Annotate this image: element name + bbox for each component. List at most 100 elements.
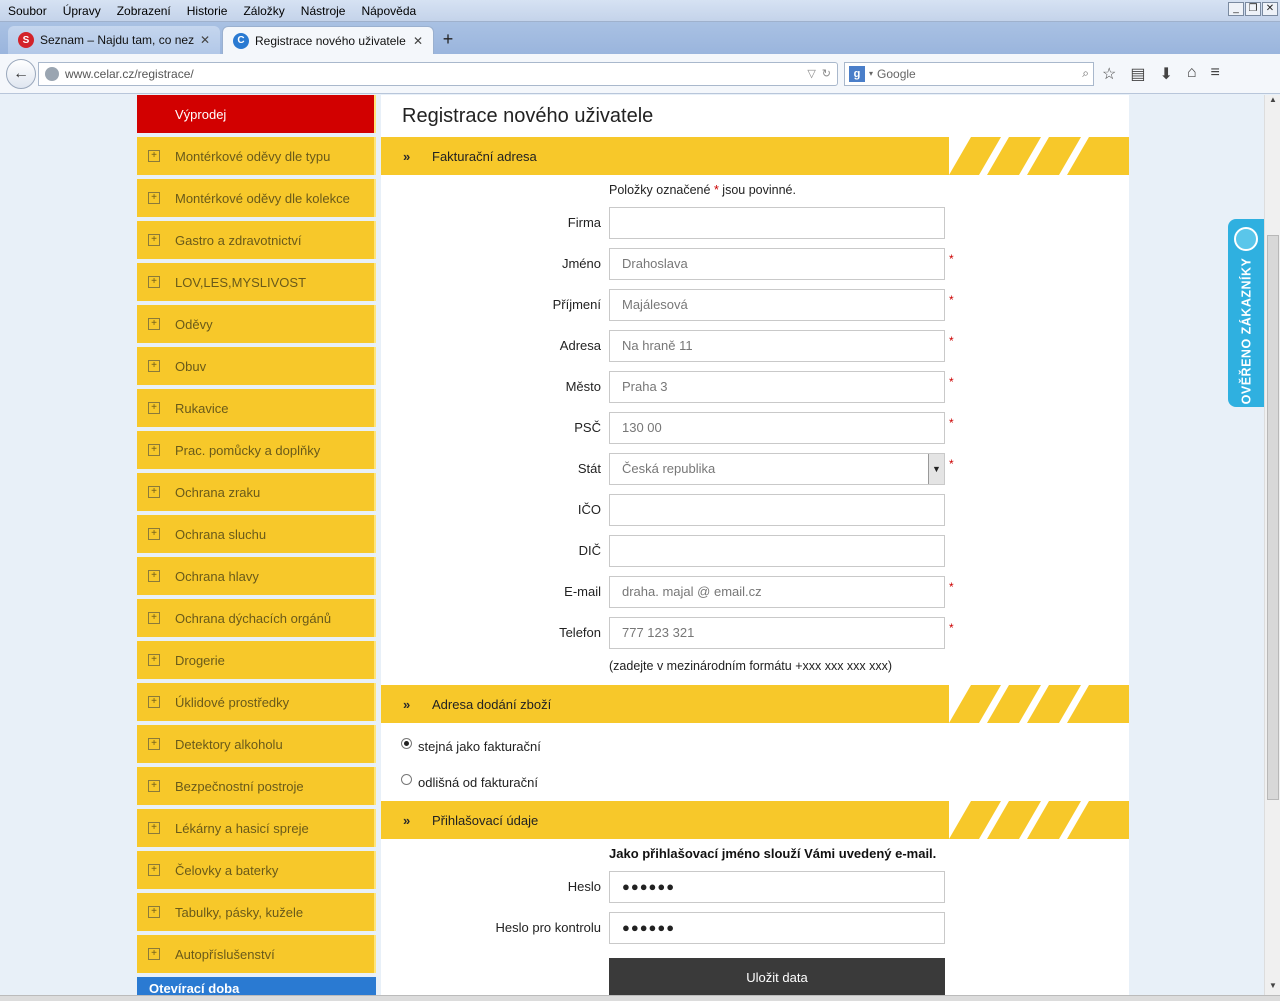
sidebar-item[interactable]: + Obuv [137,347,376,385]
menu-nastroje[interactable]: Nástroje [293,4,354,18]
expand-plus-icon[interactable]: + [148,780,160,792]
sidebar-item-vyprodej[interactable]: Výprodej [137,95,376,133]
sidebar-item[interactable]: + Oděvy [137,305,376,343]
firma-input[interactable] [609,207,945,239]
tab-seznam[interactable]: S Seznam – Najdu tam, co nezn... ✕ [8,26,220,54]
reload-icon[interactable]: ↻ [822,67,831,80]
prijmeni-input[interactable]: Majálesová [609,289,945,321]
expand-plus-icon[interactable]: + [148,360,160,372]
password-input[interactable]: ●●●●●● [609,871,945,903]
stat-select[interactable]: Česká republika ▼ [609,453,945,485]
double-chevron-icon: » [403,148,411,164]
search-input[interactable]: Google [873,67,1082,81]
sidebar-item[interactable]: + Prac. pomůcky a doplňky [137,431,376,469]
sidebar-item[interactable]: + Čelovky a baterky [137,851,376,889]
search-bar[interactable]: g ▾ Google ⌕ [844,61,1094,86]
expand-plus-icon[interactable]: + [148,948,160,960]
expand-plus-icon[interactable]: + [148,444,160,456]
sidebar-item[interactable]: + Gastro a zdravotnictví [137,221,376,259]
sidebar-item[interactable]: + Montérkové oděvy dle typu [137,137,376,175]
sidebar-item[interactable]: + Rukavice [137,389,376,427]
email-input[interactable]: draha. majal @ email.cz [609,576,945,608]
expand-plus-icon[interactable]: + [148,654,160,666]
expand-plus-icon[interactable]: + [148,864,160,876]
google-icon: g [849,65,865,82]
sidebar-item[interactable]: + Detektory alkoholu [137,725,376,763]
expand-plus-icon[interactable]: + [148,696,160,708]
menu-historie[interactable]: Historie [179,4,236,18]
close-tab-icon[interactable]: ✕ [200,33,210,47]
close-tab-icon[interactable]: ✕ [413,34,423,48]
select-arrow-icon[interactable]: ▼ [928,454,944,484]
expand-plus-icon[interactable]: + [148,402,160,414]
restore-button[interactable]: ❐ [1245,2,1261,16]
expand-plus-icon[interactable]: + [148,570,160,582]
magnifier-icon[interactable]: ⌕ [1082,66,1089,81]
dropdown-arrow-icon[interactable]: ▽ [807,67,815,80]
sidebar-item[interactable]: + Tabulky, pásky, kužele [137,893,376,931]
menu-zalozky[interactable]: Záložky [235,4,292,18]
sidebar-item[interactable]: + Montérkové oděvy dle kolekce [137,179,376,217]
expand-plus-icon[interactable]: + [148,612,160,624]
expand-plus-icon[interactable]: + [148,486,160,498]
sidebar-item[interactable]: + Drogerie [137,641,376,679]
radio-same[interactable] [401,738,412,749]
dic-label: DIČ [578,543,601,558]
minimize-button[interactable]: _ [1228,2,1244,16]
scroll-up-icon[interactable]: ▲ [1265,95,1280,109]
close-window-button[interactable]: ✕ [1262,2,1278,16]
home-icon[interactable]: ⌂ [1187,64,1197,84]
tab-registrace[interactable]: C Registrace nového uživatele -... ✕ [222,26,434,54]
telefon-input[interactable]: 777 123 321 [609,617,945,649]
expand-plus-icon[interactable]: + [148,528,160,540]
mesto-input[interactable]: Praha 3 [609,371,945,403]
menu-soubor[interactable]: Soubor [0,4,55,18]
adresa-input[interactable]: Na hraně 11 [609,330,945,362]
prijmeni-row: Příjmení Majálesová * [381,289,1129,321]
expand-plus-icon[interactable]: + [148,906,160,918]
sidebar-item[interactable]: + Bezpečnostní postroje [137,767,376,805]
delivery-different-option[interactable]: odlišná od fakturační [401,774,538,790]
scroll-down-icon[interactable]: ▼ [1265,981,1280,995]
downloads-icon[interactable]: ⬇ [1159,64,1172,84]
new-tab-button[interactable]: + [436,28,460,52]
psc-input[interactable]: 130 00 [609,412,945,444]
expand-plus-icon[interactable]: + [148,318,160,330]
sidebar-item[interactable]: + Autopříslušenství [137,935,376,973]
bookmarks-list-icon[interactable]: ▤ [1130,64,1145,84]
url-bar[interactable]: www.celar.cz/registrace/ ▽ ↻ [38,61,838,86]
expand-plus-icon[interactable]: + [148,738,160,750]
menu-zobrazeni[interactable]: Zobrazení [109,4,179,18]
sidebar-item[interactable]: + Ochrana dýchacích orgánů [137,599,376,637]
delivery-same-option[interactable]: stejná jako fakturační [401,738,541,754]
save-button[interactable]: Uložit data [609,958,945,995]
bookmark-star-icon[interactable]: ☆ [1102,64,1116,84]
sidebar-item[interactable]: + Ochrana sluchu [137,515,376,553]
expand-plus-icon[interactable]: + [148,150,160,162]
radio-different[interactable] [401,774,412,785]
menu-icon[interactable]: ≡ [1211,64,1220,84]
stripes-decoration [949,685,1129,723]
menu-upravy[interactable]: Úpravy [55,4,109,18]
horizontal-scrollbar[interactable] [0,995,1280,1001]
sidebar-item[interactable]: + Ochrana hlavy [137,557,376,595]
back-button[interactable]: ← [6,58,36,89]
verified-by-customers-badge[interactable]: OVĚŘENO ZÁKAZNÍKY [1228,219,1264,407]
expand-plus-icon[interactable]: + [148,822,160,834]
jmeno-input[interactable]: Drahoslava [609,248,945,280]
ico-input[interactable] [609,494,945,526]
expand-plus-icon[interactable]: + [148,276,160,288]
sidebar-item[interactable]: + Ochrana zraku [137,473,376,511]
sidebar-item[interactable]: + Lékárny a hasicí spreje [137,809,376,847]
sidebar-item[interactable]: + Úklidové prostředky [137,683,376,721]
expand-plus-icon[interactable]: + [148,234,160,246]
sidebar-item-label: Úklidové prostředky [175,694,290,710]
expand-plus-icon[interactable]: + [148,192,160,204]
vertical-scrollbar[interactable]: ▲ ▼ [1264,95,1280,995]
opening-hours-header: Otevírací doba [137,977,376,995]
dic-input[interactable] [609,535,945,567]
sidebar-item[interactable]: + LOV,LES,MYSLIVOST [137,263,376,301]
password-confirm-input[interactable]: ●●●●●● [609,912,945,944]
scroll-thumb[interactable] [1267,235,1279,800]
menu-napoveda[interactable]: Nápověda [353,4,424,18]
